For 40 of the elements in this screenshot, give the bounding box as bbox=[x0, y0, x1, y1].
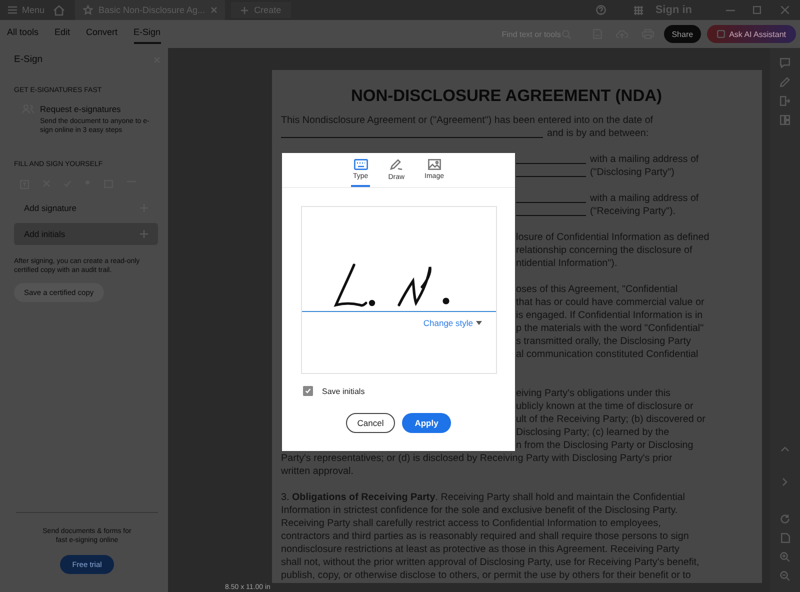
apply-button[interactable]: Apply bbox=[402, 413, 451, 433]
home-icon bbox=[52, 4, 65, 16]
caret-icon bbox=[476, 321, 482, 325]
tool-tab[interactable]: All tools bbox=[7, 24, 39, 44]
cancel-button[interactable]: Cancel bbox=[346, 413, 395, 433]
checkbox-label: Save initials bbox=[322, 386, 365, 396]
zoom-out-icon bbox=[780, 571, 790, 581]
change-style-link[interactable]: Change style bbox=[423, 318, 482, 328]
star-icon bbox=[82, 5, 93, 15]
refresh-icon bbox=[780, 514, 790, 524]
save-initials-checkbox[interactable] bbox=[303, 386, 313, 396]
help-icon bbox=[596, 5, 606, 15]
right-chevron-icon bbox=[782, 478, 788, 486]
image-icon bbox=[428, 159, 441, 170]
tool-tab[interactable]: Convert bbox=[86, 24, 118, 44]
close-icon bbox=[211, 7, 218, 13]
maximize-icon bbox=[753, 6, 761, 14]
document-title: NON-DISCLOSURE AGREEMENT (NDA) bbox=[350, 86, 664, 106]
document-icon bbox=[780, 533, 790, 543]
panel-item[interactable]: Add signature bbox=[14, 197, 158, 219]
plus-icon bbox=[140, 230, 148, 238]
request-title[interactable]: Request e-signatures bbox=[40, 104, 154, 114]
plus-icon bbox=[241, 6, 248, 14]
tool-tab[interactable]: Edit bbox=[54, 24, 70, 44]
close-icon bbox=[781, 6, 789, 14]
export-icon bbox=[780, 96, 790, 106]
tool-tab[interactable]: E-Sign bbox=[134, 24, 161, 44]
apps-icon bbox=[634, 6, 644, 14]
keyboard-icon bbox=[354, 159, 368, 170]
pages-icon bbox=[780, 115, 790, 125]
sparkle-icon bbox=[717, 30, 726, 38]
menu-icon bbox=[8, 6, 17, 14]
ai-assistant-button[interactable]: Ask AI Assistant bbox=[707, 25, 796, 43]
share-button[interactable]: Share bbox=[664, 25, 702, 43]
comment-icon bbox=[780, 58, 790, 68]
panel-title: E-Sign bbox=[14, 54, 43, 65]
zoom-in-icon bbox=[780, 552, 790, 562]
pen-icon bbox=[389, 159, 404, 171]
edit-icon bbox=[780, 77, 790, 87]
up-chevron-icon bbox=[781, 446, 789, 452]
